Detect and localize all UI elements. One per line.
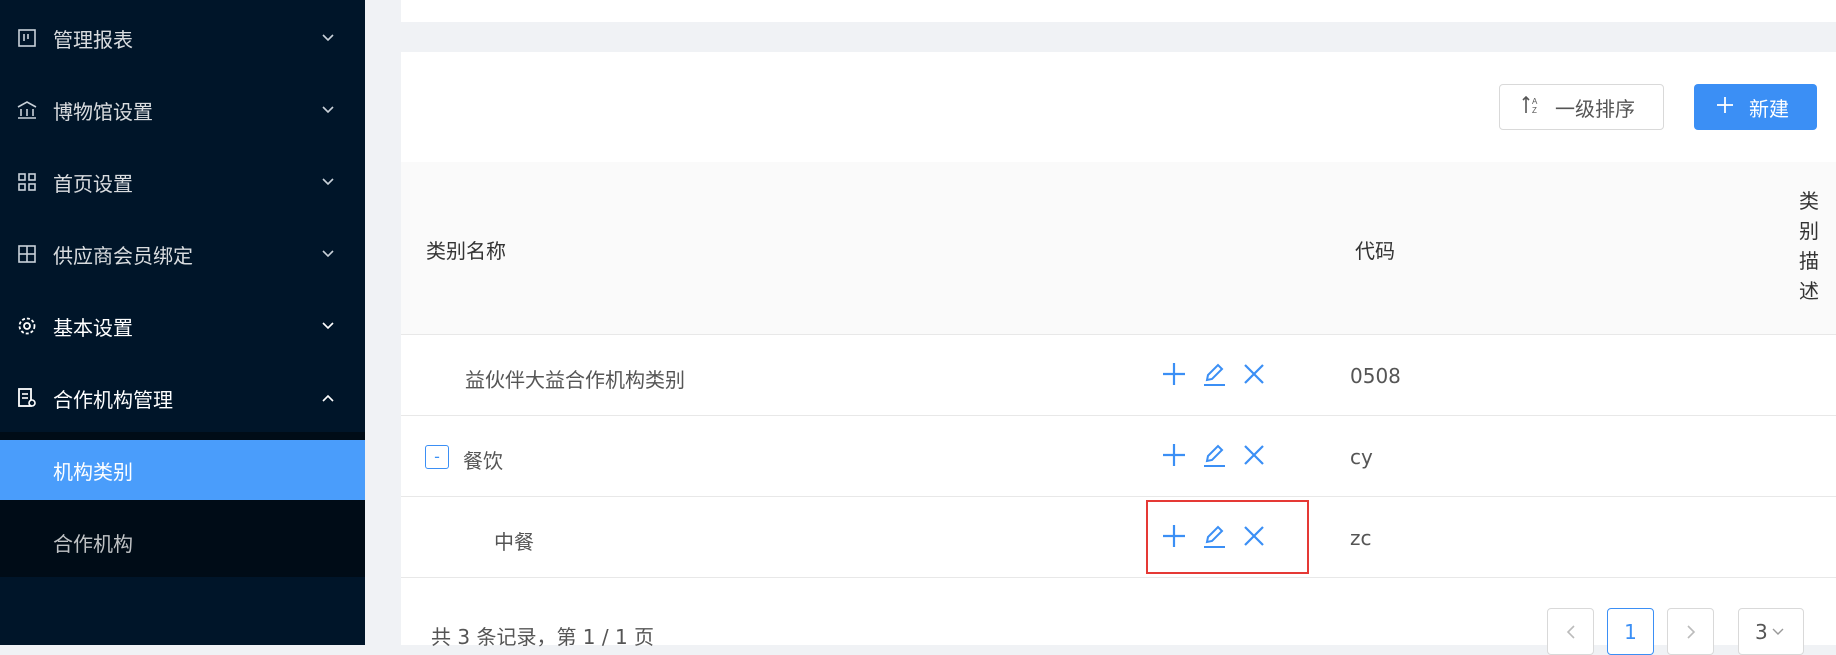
row-actions (1159, 440, 1269, 470)
sidebar-item-partner-org[interactable]: 合作机构 (0, 512, 365, 572)
table-row (401, 497, 1836, 578)
prev-page-button[interactable] (1547, 608, 1594, 655)
pagination-summary: 共 3 条记录，第 1 / 1 页 (431, 625, 655, 649)
chevron-down-icon (321, 103, 335, 117)
page-size-select[interactable]: 3 (1738, 608, 1804, 655)
chevron-down-icon (1772, 628, 1784, 635)
delete-icon[interactable] (1239, 440, 1269, 470)
category-code: 0508 (1350, 364, 1401, 388)
chevron-down-icon (321, 31, 335, 45)
menu-item-label: 首页设置 (53, 171, 133, 196)
add-child-icon[interactable] (1159, 440, 1189, 470)
plus-icon (1716, 95, 1734, 119)
table-row (401, 416, 1836, 497)
collapse-toggle[interactable]: - (425, 445, 449, 469)
column-header-desc: 类别描述 (1799, 189, 1819, 303)
menu-item-label: 合作机构管理 (53, 387, 173, 412)
chevron-right-icon (1686, 624, 1695, 639)
row-actions (1159, 359, 1269, 389)
menu-item-label: 管理报表 (53, 27, 133, 52)
column-header-name: 类别名称 (426, 239, 506, 263)
menu-item-label: 博物馆设置 (53, 99, 153, 124)
sort-az-icon: AZ (1522, 95, 1542, 120)
sort-button-label: 一级排序 (1555, 96, 1635, 121)
column-header-code: 代码 (1355, 239, 1395, 263)
menu-item-label: 基本设置 (53, 315, 133, 340)
category-name: 益伙伴大益合作机构类别 (465, 368, 685, 392)
menu-item-basic-settings[interactable]: 基本设置 (0, 290, 365, 362)
edit-icon[interactable] (1199, 440, 1229, 470)
page-number-button[interactable]: 1 (1607, 608, 1654, 655)
menu-item-report[interactable]: 管理报表 (0, 2, 365, 74)
report-icon (17, 28, 37, 48)
gear-icon (17, 316, 37, 336)
svg-text:Z: Z (1532, 106, 1537, 115)
delete-icon[interactable] (1239, 359, 1269, 389)
chevron-down-icon (321, 247, 335, 261)
category-code: zc (1350, 526, 1372, 550)
new-button-label: 新建 (1749, 96, 1789, 121)
page-size-value: 3 (1755, 619, 1768, 644)
org-icon (17, 388, 37, 408)
highlight-box (1146, 500, 1309, 574)
chevron-down-icon (321, 319, 335, 333)
add-child-icon[interactable] (1159, 359, 1189, 389)
chevron-left-icon (1566, 624, 1575, 639)
menu-item-partner-org-management[interactable]: 合作机构管理 (0, 362, 365, 434)
edit-icon[interactable] (1199, 359, 1229, 389)
menu-item-label: 合作机构 (53, 531, 133, 556)
top-card (401, 0, 1836, 22)
sidebar-item-org-category[interactable]: 机构类别 (0, 440, 365, 500)
category-name: 餐饮 (463, 449, 503, 473)
chevron-down-icon (321, 175, 335, 189)
svg-text:A: A (1532, 97, 1538, 106)
category-code: cy (1350, 445, 1373, 469)
next-page-button[interactable] (1667, 608, 1714, 655)
menu-item-museum[interactable]: 博物馆设置 (0, 74, 365, 146)
chevron-up-icon (321, 391, 335, 405)
museum-icon (17, 100, 37, 120)
menu-item-supplier-binding[interactable]: 供应商会员绑定 (0, 218, 365, 290)
menu-item-label: 机构类别 (53, 459, 133, 484)
home-grid-icon (17, 172, 37, 192)
new-button[interactable]: 新建 (1694, 84, 1817, 130)
sort-button[interactable]: AZ 一级排序 (1499, 84, 1664, 130)
category-name: 中餐 (494, 530, 534, 554)
table-header (401, 162, 1836, 335)
bind-icon (17, 244, 37, 264)
menu-item-label: 供应商会员绑定 (53, 243, 193, 268)
menu-item-home[interactable]: 首页设置 (0, 146, 365, 218)
sidebar: 管理报表 博物馆设置 首页设置 供应商会员绑定 基本设置 合作机构管理 机构类别… (0, 0, 365, 645)
